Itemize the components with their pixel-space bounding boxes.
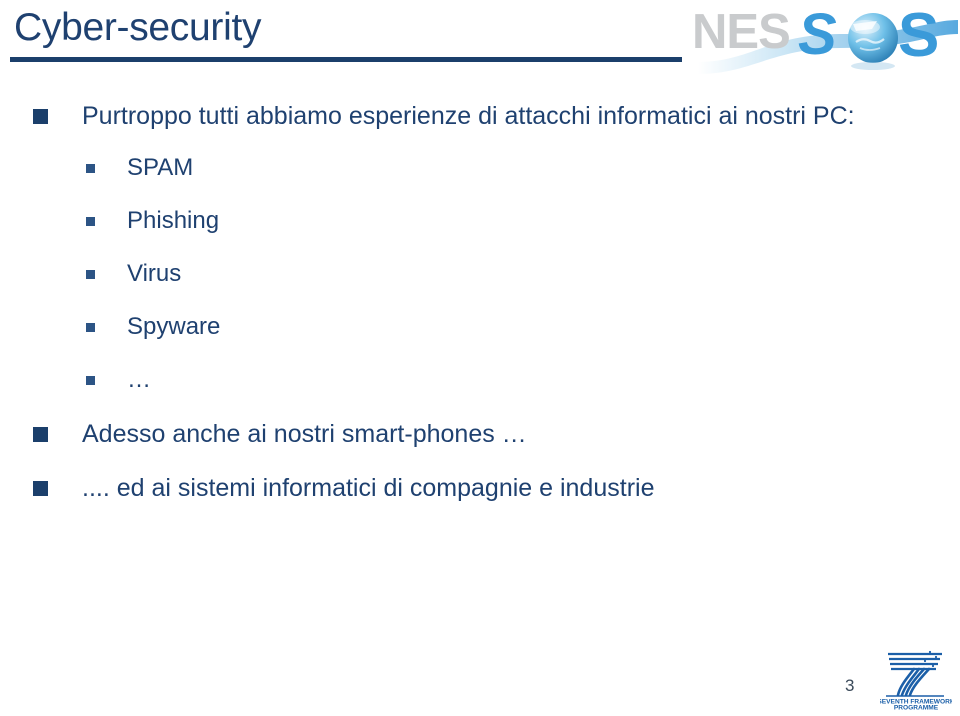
bullet-level2: SPAM: [0, 153, 960, 183]
bullet-text: Spyware: [127, 313, 221, 340]
bullet-level1: Purtroppo tutti abbiamo esperienze di at…: [0, 100, 960, 132]
bullet-text: SPAM: [127, 154, 194, 181]
bullet-level2: Virus: [0, 259, 960, 289]
bullet-list: Purtroppo tutti abbiamo esperienze di at…: [0, 100, 960, 526]
bullet-level2: Phishing: [0, 206, 960, 236]
bullet-text: Phishing: [127, 207, 220, 234]
bullet-text: Virus: [127, 260, 182, 287]
tail-bullet-list: Adesso anche ai nostri smart-phones … ..…: [0, 418, 960, 504]
bullet-square-icon: [33, 427, 48, 442]
bullet-square-icon: [33, 109, 48, 124]
bullet-level1: Adesso anche ai nostri smart-phones …: [0, 418, 960, 450]
bullet-text: Adesso anche ai nostri smart-phones …: [82, 420, 527, 448]
page-title: Cyber-security: [14, 6, 262, 49]
svg-text:S: S: [898, 1, 939, 70]
bullet-level2: …: [0, 365, 960, 395]
page-number: 3: [845, 676, 855, 695]
fp7-caption-line2: PROGRAMME: [894, 705, 939, 711]
bullet-small-square-icon: [86, 164, 95, 173]
bullet-level1: .... ed ai sistemi informatici di compag…: [0, 472, 960, 504]
bullet-text: .... ed ai sistemi informatici di compag…: [82, 474, 655, 502]
svg-text:NES: NES: [692, 5, 790, 59]
title-divider: [10, 57, 682, 62]
svg-text:S: S: [798, 2, 837, 67]
sub-bullet-list: SPAM Phishing Virus Spyware …: [0, 153, 960, 395]
bullet-text: …: [127, 366, 151, 393]
bullet-small-square-icon: [86, 323, 95, 332]
slide-canvas: Cyber-security NES S S Purtroppo tutti a…: [0, 0, 960, 716]
bullet-small-square-icon: [86, 217, 95, 226]
nessos-logo: NES S S: [690, 0, 960, 78]
bullet-small-square-icon: [86, 270, 95, 279]
bullet-small-square-icon: [86, 376, 95, 385]
bullet-level2: Spyware: [0, 312, 960, 342]
bullet-square-icon: [33, 481, 48, 496]
fp7-logo: SEVENTH FRAMEWORK PROGRAMME: [880, 648, 952, 710]
bullet-text: Purtroppo tutti abbiamo esperienze di at…: [82, 102, 855, 130]
